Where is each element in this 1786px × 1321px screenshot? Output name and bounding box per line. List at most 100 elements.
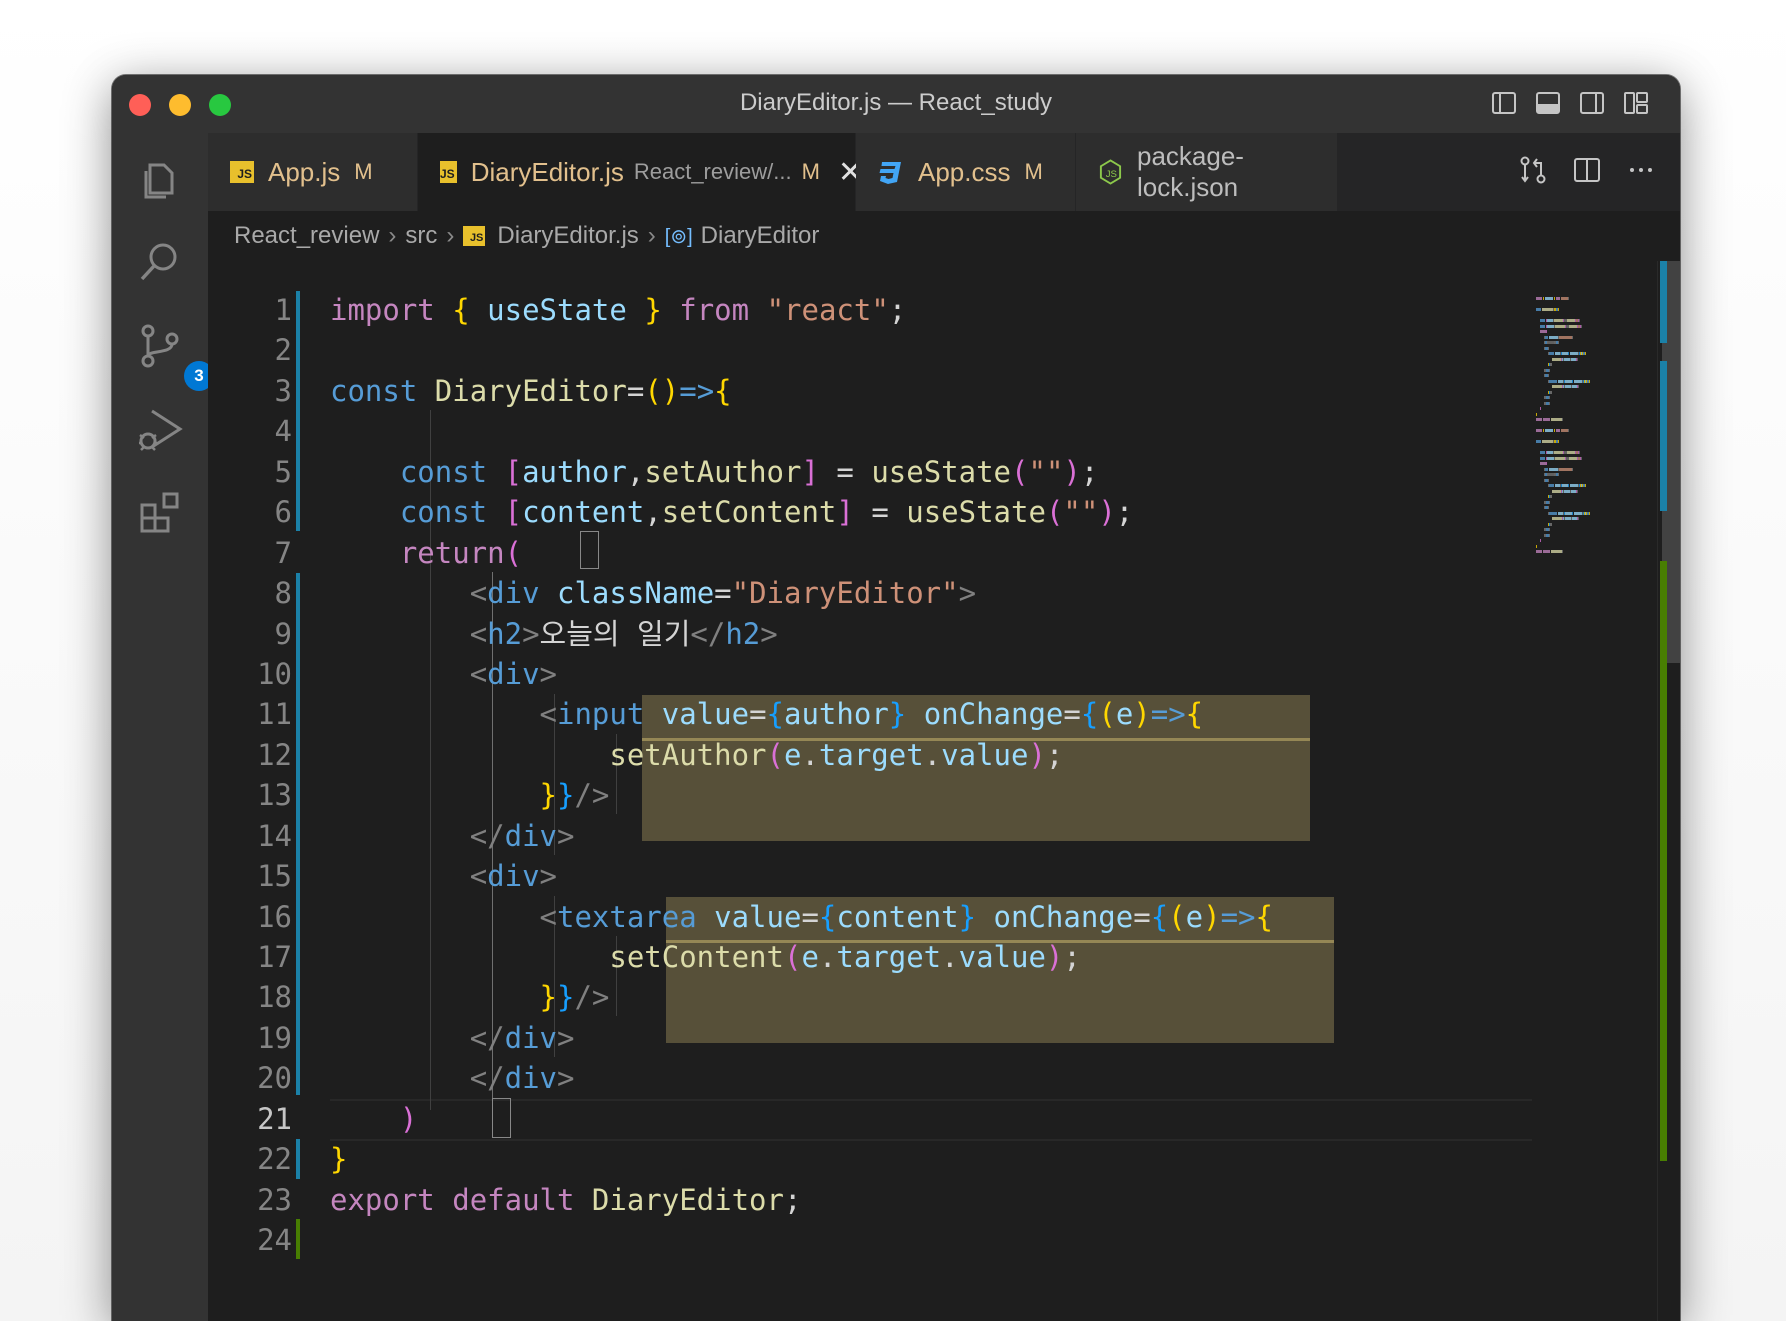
minimap[interactable]	[1536, 297, 1658, 557]
code-line[interactable]: 21 )	[208, 1099, 1338, 1139]
code-line[interactable]: 14 </div>	[208, 816, 1338, 856]
code-line[interactable]: 8 <div className="DiaryEditor">	[208, 573, 1338, 613]
code-line[interactable]: 10 <div>	[208, 654, 1338, 694]
minimap-segment	[1552, 385, 1562, 388]
code-token: )	[1045, 940, 1064, 974]
minimap-row	[1536, 346, 1658, 350]
code-line[interactable]: 6 const [content,setContent] = useState(…	[208, 492, 1338, 532]
minimap-row	[1536, 424, 1658, 427]
code-line[interactable]: 1 import { useState } from "react";	[208, 290, 1338, 330]
code-token: ;	[888, 293, 907, 327]
code-line[interactable]: 20 </div>	[208, 1058, 1338, 1098]
customize-layout-icon[interactable]	[1622, 89, 1650, 117]
code-token: div	[504, 1020, 557, 1055]
chevron-right-icon: ›	[647, 222, 656, 249]
modified-indicator: M	[801, 159, 820, 184]
line-number: 17	[257, 940, 292, 974]
code-token: value	[958, 940, 1046, 974]
minimap-segment	[1536, 352, 1548, 355]
desktop-background: DiaryEditor.js — React_study 3 JS App.js…	[0, 0, 1786, 1321]
code-token: export	[330, 1182, 435, 1217]
modified-indicator: M	[354, 159, 373, 184]
minimap-row	[1536, 506, 1658, 509]
code-line[interactable]: 2	[208, 330, 1338, 370]
breadcrumb-file[interactable]: DiaryEditor.js	[497, 222, 638, 250]
code-line[interactable]: 4	[208, 411, 1338, 451]
minimap-row	[1536, 511, 1658, 515]
run-debug-icon[interactable]	[136, 405, 184, 453]
code-editor[interactable]: 1 import { useState } from "react"; 2 3 cons…	[208, 261, 1680, 1321]
code-token: setAuthor	[609, 737, 767, 772]
breadcrumb-folder-src[interactable]: src	[405, 222, 437, 250]
minimap-row	[1536, 495, 1658, 498]
code-line[interactable]: 13 }}/>	[208, 775, 1338, 815]
code-token: }	[539, 980, 557, 1015]
search-icon[interactable]	[136, 237, 184, 285]
code-token: {	[452, 293, 470, 327]
tab-app-css[interactable]: App.css M	[856, 133, 1076, 211]
minimap-segment	[1554, 319, 1563, 322]
code-line[interactable]: 16 <textarea value={content} onChange={(…	[208, 897, 1338, 937]
minimap-row	[1536, 550, 1658, 553]
code-token: e	[1185, 899, 1204, 934]
minimap-segment	[1559, 467, 1572, 471]
more-actions-icon[interactable]	[1624, 153, 1658, 187]
line-number: 7	[274, 535, 292, 570]
open-changes-icon[interactable]	[1516, 153, 1550, 187]
code-line[interactable]: 17 setContent(e.target.value);	[208, 937, 1338, 977]
minimap-row	[1536, 407, 1658, 410]
minimap-row	[1536, 451, 1658, 454]
code-token: </	[469, 818, 505, 853]
minimap-segment	[1545, 429, 1553, 432]
code-line[interactable]: 3 const DiaryEditor=()=>{	[208, 371, 1338, 411]
code-line[interactable]: 9 <h2>오늘의 일기</h2>	[208, 614, 1338, 654]
code-token: const	[399, 454, 488, 489]
minimap-segment	[1585, 484, 1586, 487]
code-line[interactable]: 22}	[208, 1139, 1338, 1179]
tab-app-js[interactable]: JS App.js M	[208, 133, 418, 211]
explorer-icon[interactable]	[136, 153, 184, 201]
toggle-secondary-sidebar-icon[interactable]	[1578, 89, 1606, 117]
code-line[interactable]: 23 export default DiaryEditor;	[208, 1180, 1338, 1220]
minimap-segment	[1568, 297, 1569, 300]
code-line[interactable]: 18 }}/>	[208, 977, 1338, 1017]
vertical-scrollbar[interactable]	[1657, 261, 1680, 1321]
toggle-panel-icon[interactable]	[1534, 89, 1562, 117]
code-token: .	[923, 737, 942, 772]
minimap-segment	[1561, 297, 1568, 300]
minimap-segment	[1558, 440, 1559, 443]
code-line[interactable]: 12 setAuthor(e.target.value);	[208, 735, 1338, 775]
tab-package-lock-json[interactable]: JS package-lock.json	[1076, 133, 1338, 211]
minimap-segment	[1589, 379, 1590, 383]
code-line[interactable]: 11 <input value={author} onChange={(e)=>…	[208, 694, 1338, 734]
code-line[interactable]: 5 const [author,setAuthor] = useState(""…	[208, 452, 1338, 492]
split-editor-icon[interactable]	[1570, 153, 1604, 187]
toggle-primary-sidebar-icon[interactable]	[1490, 89, 1518, 117]
breadcrumb-symbol[interactable]: DiaryEditor	[701, 222, 820, 250]
source-control-icon[interactable]: 3	[136, 321, 214, 391]
minimap-row	[1536, 341, 1658, 344]
breadcrumb-folder-react-review[interactable]: React_review	[234, 222, 379, 250]
tab-diaryeditor-js[interactable]: JS DiaryEditor.js React_review/... M ✕	[418, 133, 863, 211]
breadcrumb: React_review › src › JS DiaryEditor.js ›…	[208, 211, 1680, 261]
minimap-segment	[1536, 512, 1548, 515]
code-line[interactable]: 24	[208, 1220, 1338, 1260]
minimap-segment	[1546, 462, 1547, 465]
window-title: DiaryEditor.js — React_study	[739, 89, 1053, 116]
code-token: useState	[487, 293, 627, 327]
minimap-segment	[1536, 363, 1548, 366]
code-line[interactable]: 7 return(	[208, 533, 1338, 573]
code-token: DiaryEditor	[434, 373, 627, 408]
code-token: ""	[1028, 454, 1064, 489]
minimap-segment	[1565, 511, 1572, 515]
code-text: }}/>	[330, 775, 610, 815]
extensions-icon[interactable]	[136, 489, 184, 537]
minimap-segment	[1549, 335, 1558, 339]
code-line[interactable]: 19 </div>	[208, 1018, 1338, 1058]
minimap-row	[1536, 556, 1658, 559]
code-line[interactable]: 15 <div>	[208, 856, 1338, 896]
